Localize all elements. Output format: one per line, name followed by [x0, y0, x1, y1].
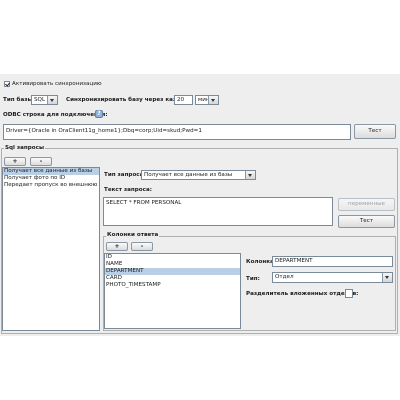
column-type-value: Отдел — [275, 274, 294, 280]
list-item[interactable]: ID — [105, 254, 240, 261]
separator-input[interactable] — [345, 289, 353, 298]
db-type-value: SQL — [34, 97, 46, 103]
chevron-down-icon — [47, 96, 57, 104]
question-icon[interactable]: ? — [95, 110, 103, 118]
activate-sync-checkbox[interactable] — [4, 81, 10, 87]
sync-interval-label: Синхронизировать базу через каждые — [66, 97, 192, 103]
odbc-label: ODBC строка для подключения: — [3, 112, 108, 118]
db-type-select[interactable]: SQL — [31, 95, 58, 105]
response-column-list[interactable]: ID NAME DEPARTMENT CARD PHOTO_TIMESTAMP — [104, 253, 241, 329]
remove-query-button[interactable]: - — [30, 157, 52, 166]
activate-sync-label: Активировать синхронизацию — [12, 81, 102, 87]
column-name-input[interactable]: DEPARTMENT — [272, 256, 393, 267]
column-type-select[interactable]: Отдел — [272, 272, 393, 283]
response-columns-title: Колонки ответа — [106, 231, 160, 239]
settings-panel: Активировать синхронизацию Тип базы: SQL… — [0, 74, 400, 336]
list-item[interactable]: CARD — [105, 275, 240, 282]
query-type-select[interactable]: Получает все данные из базы — [141, 170, 256, 180]
chevron-down-icon — [208, 96, 218, 104]
query-text-area[interactable]: SELECT * FROM PERSONAL — [103, 197, 333, 226]
add-column-button[interactable]: + — [106, 242, 128, 251]
query-test-button[interactable]: Тест — [338, 215, 395, 228]
query-type-label: Тип запроса: — [104, 172, 146, 178]
odbc-connection-input[interactable]: Driver={Oracle in OraClient11g_home1};Db… — [3, 124, 351, 140]
chevron-down-icon — [245, 171, 255, 179]
sql-query-list[interactable]: Получает все данные из базы Получает фот… — [2, 167, 100, 331]
sync-interval-input[interactable]: 20 — [174, 95, 193, 105]
list-item[interactable]: NAME — [105, 261, 240, 268]
sql-queries-title: Sql запросы — [4, 144, 46, 152]
query-type-value: Получает все данные из базы — [144, 172, 233, 178]
chevron-down-icon — [382, 273, 392, 282]
remove-column-button[interactable]: - — [131, 242, 153, 251]
variables-button[interactable]: переменные — [338, 198, 395, 211]
db-type-label: Тип базы: — [3, 97, 35, 103]
sync-unit-select[interactable]: мин — [195, 95, 219, 105]
list-item[interactable]: Получает фото по ID — [3, 175, 99, 182]
list-item[interactable]: PHOTO_TIMESTAMP — [105, 282, 240, 289]
type-label: Тип: — [246, 276, 260, 282]
list-item[interactable]: Передает пропуск во внешнюю базу — [3, 182, 99, 189]
separator-label: Разделитель вложенных отделов: — [246, 291, 359, 297]
odbc-test-button[interactable]: Тест — [354, 124, 396, 139]
add-query-button[interactable]: + — [4, 157, 26, 166]
query-text-label: Текст запроса: — [104, 187, 152, 193]
list-item[interactable]: DEPARTMENT — [105, 268, 240, 275]
list-item[interactable]: Получает все данные из базы — [3, 168, 99, 175]
